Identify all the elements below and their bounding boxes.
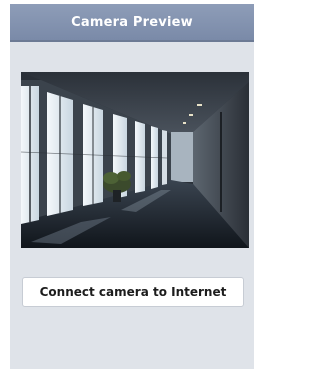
app-screen: Camera Preview Connect camera to Interne…	[10, 4, 254, 369]
connect-camera-button[interactable]: Connect camera to Internet	[22, 277, 244, 307]
title-bar: Camera Preview	[10, 4, 254, 40]
camera-preview-image	[21, 72, 249, 248]
page-title: Camera Preview	[71, 14, 193, 30]
corridor-photo	[21, 72, 249, 248]
title-bar-divider	[10, 40, 254, 42]
